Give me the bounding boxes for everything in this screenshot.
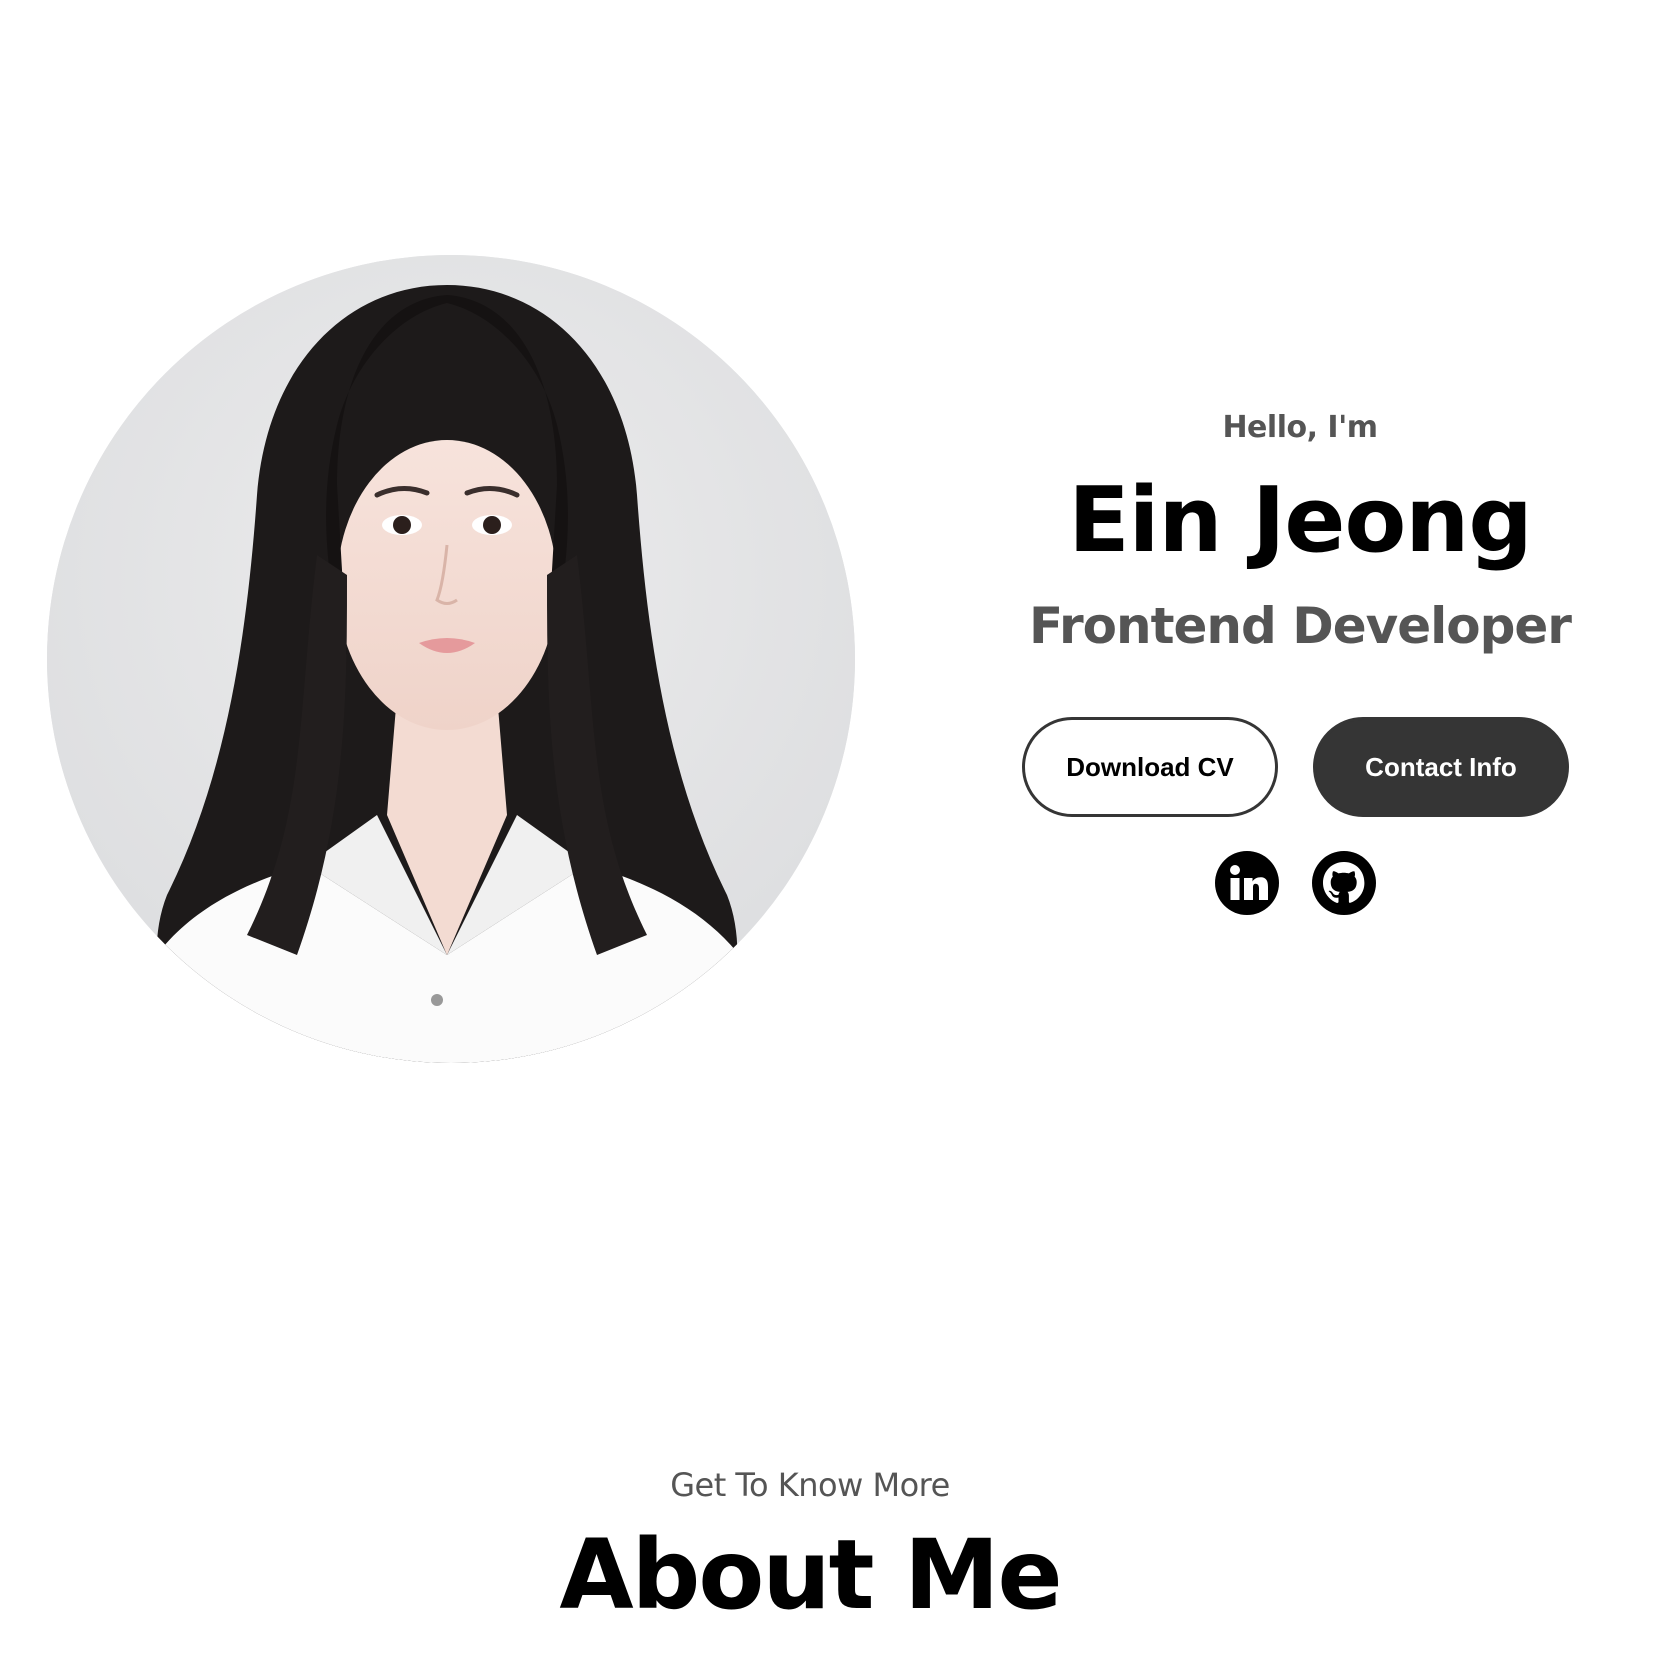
linkedin-icon[interactable] xyxy=(1214,850,1280,916)
hero-section: Hello, I'm Ein Jeong Frontend Developer xyxy=(960,400,1640,666)
about-subtitle: Get To Know More xyxy=(670,1466,950,1504)
profile-picture xyxy=(47,255,855,1063)
profile-photo-illustration xyxy=(47,255,855,1063)
contact-info-button[interactable]: Contact Info xyxy=(1313,717,1569,817)
greeting-text: Hello, I'm xyxy=(1222,410,1378,445)
role-subtitle: Frontend Developer xyxy=(1029,597,1572,655)
github-icon[interactable] xyxy=(1311,850,1377,916)
about-title: About Me xyxy=(559,1519,1062,1631)
download-cv-button[interactable]: Download CV xyxy=(1022,717,1278,817)
name-title: Ein Jeong xyxy=(1068,468,1533,573)
about-section: Get To Know More About Me xyxy=(0,1460,1620,1640)
